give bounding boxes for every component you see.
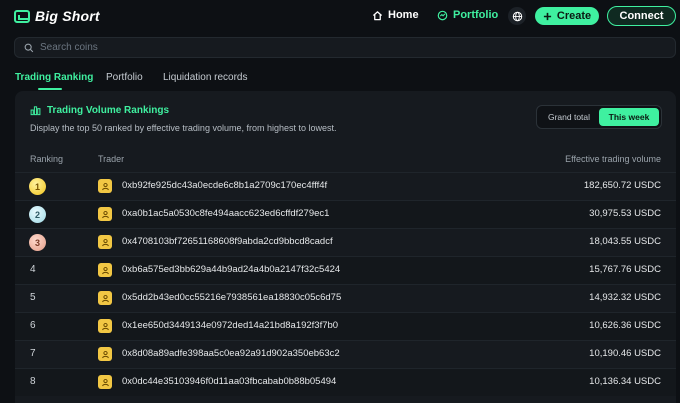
rank-number: 8	[30, 376, 36, 387]
table-row[interactable]: 2 0xa0b1ac5a0530c8fe494aacc623ed6cffdf27…	[15, 200, 676, 228]
home-icon	[372, 10, 383, 20]
user-icon	[98, 347, 112, 361]
create-button[interactable]: Create	[535, 7, 599, 25]
globe-icon	[512, 11, 522, 21]
user-icon	[98, 179, 112, 193]
top-navbar: Big Short Home Portfolio Create Connect	[0, 0, 680, 34]
table-header: Ranking Trader Effective trading volume	[15, 151, 676, 169]
bar-chart-icon	[30, 106, 41, 116]
search-bar	[14, 37, 676, 58]
trader-address[interactable]: 0x0dc44e35103946f0d11aa03fbcabab0b88b054…	[122, 376, 336, 387]
card-description: Display the top 50 ranked by effective t…	[30, 123, 337, 133]
table-row[interactable]: 3 0x4708103bf72651168608f9abda2cd9bbcd8c…	[15, 228, 676, 256]
connect-button-label: Connect	[619, 10, 664, 22]
nav-portfolio-link[interactable]: Portfolio	[437, 9, 498, 21]
tab-liquidation-records[interactable]: Liquidation records	[163, 72, 248, 83]
app-name: Big Short	[35, 8, 100, 24]
toggle-grand-total[interactable]: Grand total	[539, 108, 599, 126]
search-input[interactable]	[40, 42, 640, 53]
app-logo[interactable]: Big Short	[14, 8, 100, 24]
table-row[interactable]: 1 0xb92fe925dc43a0ecde6c8b1a2709c170ec4f…	[15, 172, 676, 200]
table-body: 1 0xb92fe925dc43a0ecde6c8b1a2709c170ec4f…	[15, 172, 676, 403]
trading-volume: 18,043.55 USDC	[589, 236, 661, 247]
rank-number: 6	[30, 320, 36, 331]
table-row[interactable]: 7 0x8d08a89adfe398aa5c0ea92a91d902a350eb…	[15, 340, 676, 368]
rank-number: 2	[34, 209, 40, 220]
header-ranking: Ranking	[30, 154, 64, 164]
connect-wallet-button[interactable]: Connect	[607, 6, 676, 26]
search-icon	[24, 43, 34, 52]
rank-number: 4	[30, 264, 36, 275]
silver-medal-icon: 2	[29, 206, 46, 223]
trader-address[interactable]: 0xa0b1ac5a0530c8fe494aacc623ed6cffdf279e…	[122, 208, 329, 219]
table-row[interactable]: 8 0x0dc44e35103946f0d11aa03fbcabab0b88b0…	[15, 368, 676, 396]
active-tab-indicator	[38, 88, 62, 90]
trading-volume: 10,626.36 USDC	[589, 320, 661, 331]
trading-volume: 10,136.34 USDC	[589, 376, 661, 387]
trading-volume: 10,190.46 USDC	[589, 348, 661, 359]
nav-home-link[interactable]: Home	[372, 9, 419, 21]
pie-chart-icon	[437, 10, 448, 20]
plus-icon	[543, 12, 551, 20]
trader-address[interactable]: 0xb6a575ed3bb629a44b9ad24a4b0a2147f32c54…	[122, 264, 340, 275]
trader-address[interactable]: 0x1ee650d3449134e0972ded14a21bd8a192f3f7…	[122, 320, 338, 331]
trader-address[interactable]: 0x8d08a89adfe398aa5c0ea92a91d902a350eb63…	[122, 348, 340, 359]
trading-volume: 15,767.76 USDC	[589, 264, 661, 275]
language-button[interactable]	[508, 7, 526, 25]
table-row[interactable]: 6 0x1ee650d3449134e0972ded14a21bd8a192f3…	[15, 312, 676, 340]
rank-number: 3	[34, 237, 40, 248]
nav-home-label: Home	[388, 9, 419, 21]
trading-volume: 14,932.32 USDC	[589, 292, 661, 303]
user-icon	[98, 235, 112, 249]
rank-number: 5	[30, 292, 36, 303]
user-icon	[98, 319, 112, 333]
user-icon	[98, 375, 112, 389]
trader-address[interactable]: 0x4708103bf72651168608f9abda2cd9bbcd8cad…	[122, 236, 333, 247]
card-title-text: Trading Volume Rankings	[47, 105, 170, 116]
nav-portfolio-label: Portfolio	[453, 9, 499, 21]
trading-volume: 30,975.53 USDC	[589, 208, 661, 219]
trader-address[interactable]: 0x5dd2b43ed0cc55216e7938561ea18830c05c6d…	[122, 292, 341, 303]
gold-medal-icon: 1	[29, 178, 46, 195]
bronze-medal-icon: 3	[29, 234, 46, 251]
table-row[interactable]: 4 0xb6a575ed3bb629a44b9ad24a4b0a2147f32c…	[15, 256, 676, 284]
ranking-card: Trading Volume Rankings Display the top …	[15, 91, 676, 403]
trader-address[interactable]: 0xb92fe925dc43a0ecde6c8b1a2709c170ec4fff…	[122, 180, 327, 191]
user-icon	[98, 263, 112, 277]
card-title: Trading Volume Rankings	[30, 105, 169, 116]
create-button-label: Create	[556, 10, 592, 22]
period-toggle: Grand total This week	[536, 105, 662, 129]
chart-box-icon	[14, 9, 30, 23]
header-trader: Trader	[98, 154, 125, 164]
rank-number: 7	[30, 348, 36, 359]
toggle-this-week[interactable]: This week	[599, 108, 659, 126]
trading-volume: 182,650.72 USDC	[583, 180, 661, 191]
user-icon	[98, 207, 112, 221]
tab-trading-ranking[interactable]: Trading Ranking	[15, 72, 93, 83]
user-icon	[98, 291, 112, 305]
header-volume: Effective trading volume	[565, 154, 661, 164]
rank-number: 1	[34, 181, 40, 192]
tab-portfolio[interactable]: Portfolio	[106, 72, 143, 83]
table-row[interactable]: 5 0x5dd2b43ed0cc55216e7938561ea18830c05c…	[15, 284, 676, 312]
